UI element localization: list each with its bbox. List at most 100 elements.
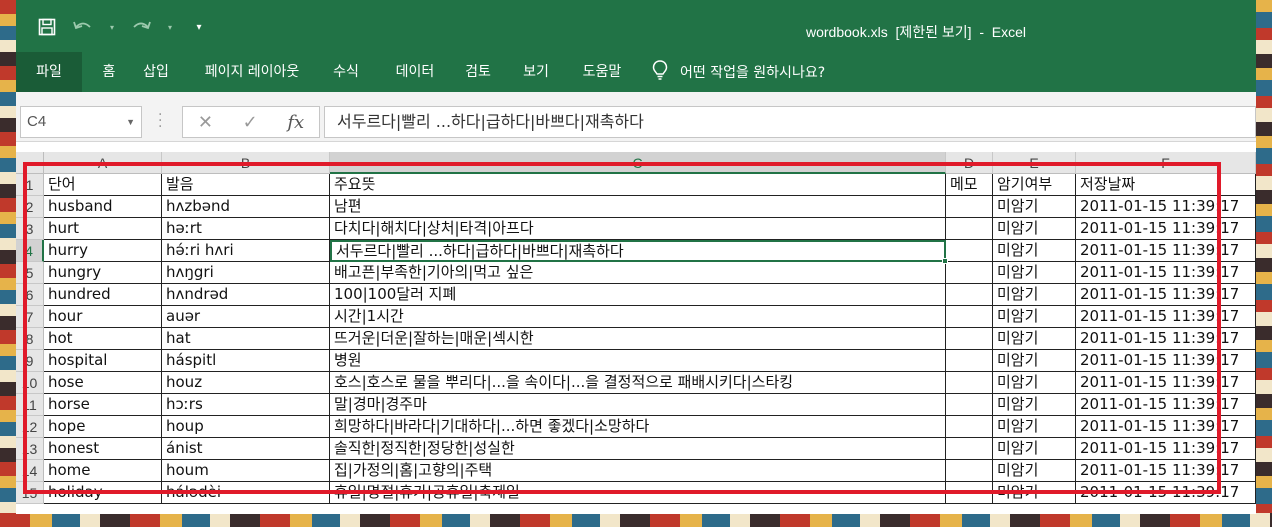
table-cell[interactable]: hat [162,328,330,350]
tab-file[interactable]: 파일 [16,52,82,92]
table-cell[interactable]: 희망하다|바라다|기대하다|...하면 좋겠다|소망하다 [330,416,946,438]
table-cell[interactable] [946,218,993,240]
row-header[interactable]: 9 [16,350,44,372]
table-cell[interactable]: 2011-01-15 11:39:17 [1076,350,1256,372]
column-header-a[interactable]: A [44,152,162,174]
table-cell[interactable]: honest [44,438,162,460]
table-cell[interactable] [946,460,993,482]
column-header-c[interactable]: C [330,152,946,174]
table-cell[interactable]: ánist [162,438,330,460]
table-cell[interactable]: 시간|1시간 [330,306,946,328]
table-cell[interactable]: 휴일|명절|휴가|공휴일|축제일 [330,482,946,504]
row-header[interactable]: 11 [16,394,44,416]
select-all-corner[interactable] [16,152,44,174]
table-cell[interactable]: hə́ːri hʌri [162,240,330,262]
table-cell[interactable]: hʌndrəd [162,284,330,306]
table-cell[interactable] [946,416,993,438]
table-cell[interactable]: hʌzbənd [162,196,330,218]
table-cell[interactable]: hurry [44,240,162,262]
row-header[interactable]: 5 [16,262,44,284]
table-cell[interactable] [946,328,993,350]
table-cell[interactable]: hundred [44,284,162,306]
table-cell[interactable]: 미암기 [993,262,1076,284]
name-box[interactable]: C4 ▼ [20,106,142,138]
row-header[interactable]: 10 [16,372,44,394]
table-cell[interactable]: 2011-01-15 11:39:17 [1076,306,1256,328]
table-cell[interactable]: 호스|호스로 물을 뿌리다|...을 속이다|...을 결정적으로 패배시키다|… [330,372,946,394]
tab-page-layout[interactable]: 페이지 레이아웃 [192,52,312,92]
table-cell[interactable] [946,372,993,394]
active-cell[interactable]: 서두르다|빨리 ...하다|급하다|바쁘다|재촉하다 [330,240,946,262]
table-cell[interactable]: hope [44,416,162,438]
chevron-down-icon[interactable]: ▾ [108,18,116,36]
table-cell[interactable]: 말|경마|경주마 [330,394,946,416]
table-cell[interactable] [946,438,993,460]
table-cell[interactable]: hálədèi [162,482,330,504]
row-header[interactable]: 1 [16,174,44,196]
row-header[interactable]: 15 [16,482,44,504]
table-cell[interactable]: 2011-01-15 11:39:17 [1076,460,1256,482]
row-header[interactable]: 7 [16,306,44,328]
table-cell[interactable]: 솔직한|정직한|정당한|성실한 [330,438,946,460]
tab-view[interactable]: 보기 [516,52,556,92]
table-cell[interactable]: holiday [44,482,162,504]
row-header[interactable]: 13 [16,438,44,460]
more-options-icon[interactable]: · · · [158,108,162,134]
table-cell[interactable]: 2011-01-15 11:39:17 [1076,372,1256,394]
cancel-icon[interactable]: ✕ [198,112,213,133]
chevron-down-icon[interactable]: ▼ [126,107,135,137]
row-header[interactable]: 12 [16,416,44,438]
table-cell[interactable]: hʌŋgri [162,262,330,284]
customize-toolbar-icon[interactable]: ▾ [188,18,210,36]
table-cell[interactable]: 2011-01-15 11:39:17 [1076,284,1256,306]
table-cell[interactable]: 미암기 [993,284,1076,306]
column-header-e[interactable]: E [993,152,1076,174]
table-cell[interactable]: 미암기 [993,196,1076,218]
row-header[interactable]: 14 [16,460,44,482]
table-cell[interactable]: 2011-01-15 11:39:17 [1076,262,1256,284]
table-cell[interactable]: 2011-01-15 11:39:17 [1076,438,1256,460]
table-cell[interactable]: hungry [44,262,162,284]
table-cell[interactable]: auər [162,306,330,328]
table-cell[interactable]: 미암기 [993,394,1076,416]
table-cell[interactable]: hot [44,328,162,350]
table-cell[interactable]: 미암기 [993,306,1076,328]
tab-insert[interactable]: 삽입 [134,52,178,92]
column-header-d[interactable]: D [946,152,993,174]
table-cell[interactable]: horse [44,394,162,416]
table-cell[interactable]: 미암기 [993,482,1076,504]
row-header[interactable]: 6 [16,284,44,306]
table-cell[interactable]: houz [162,372,330,394]
table-cell[interactable]: hose [44,372,162,394]
table-cell[interactable]: 집|가정의|홈|고향의|주택 [330,460,946,482]
tab-help[interactable]: 도움말 [574,52,630,92]
save-icon[interactable] [36,18,58,36]
table-cell[interactable]: 2011-01-15 11:39:17 [1076,240,1256,262]
undo-icon[interactable] [72,18,94,36]
table-cell[interactable] [946,306,993,328]
insert-function-icon[interactable]: fx [287,112,304,133]
table-cell[interactable]: hour [44,306,162,328]
table-cell[interactable]: 미암기 [993,372,1076,394]
tell-me-search[interactable]: 어떤 작업을 원하시나요? [652,52,825,92]
table-cell[interactable]: 발음 [162,174,330,196]
table-cell[interactable]: 미암기 [993,460,1076,482]
table-cell[interactable]: 병원 [330,350,946,372]
table-cell[interactable]: hurt [44,218,162,240]
table-cell[interactable]: 2011-01-15 11:39:17 [1076,328,1256,350]
table-cell[interactable]: 단어 [44,174,162,196]
tab-home[interactable]: 홈 [92,52,126,92]
table-cell[interactable] [946,262,993,284]
row-header[interactable]: 8 [16,328,44,350]
table-cell[interactable]: 뜨거운|더운|잘하는|매운|섹시한 [330,328,946,350]
table-cell[interactable]: 100|100달러 지폐 [330,284,946,306]
table-cell[interactable]: hospital [44,350,162,372]
table-cell[interactable]: hɔːrs [162,394,330,416]
table-cell[interactable]: háspitl [162,350,330,372]
table-cell[interactable]: 미암기 [993,416,1076,438]
table-cell[interactable]: husband [44,196,162,218]
tab-data[interactable]: 데이터 [388,52,442,92]
row-header[interactable]: 2 [16,196,44,218]
column-header-f[interactable]: F [1076,152,1256,174]
table-cell[interactable]: 2011-01-15 11:39:17 [1076,196,1256,218]
